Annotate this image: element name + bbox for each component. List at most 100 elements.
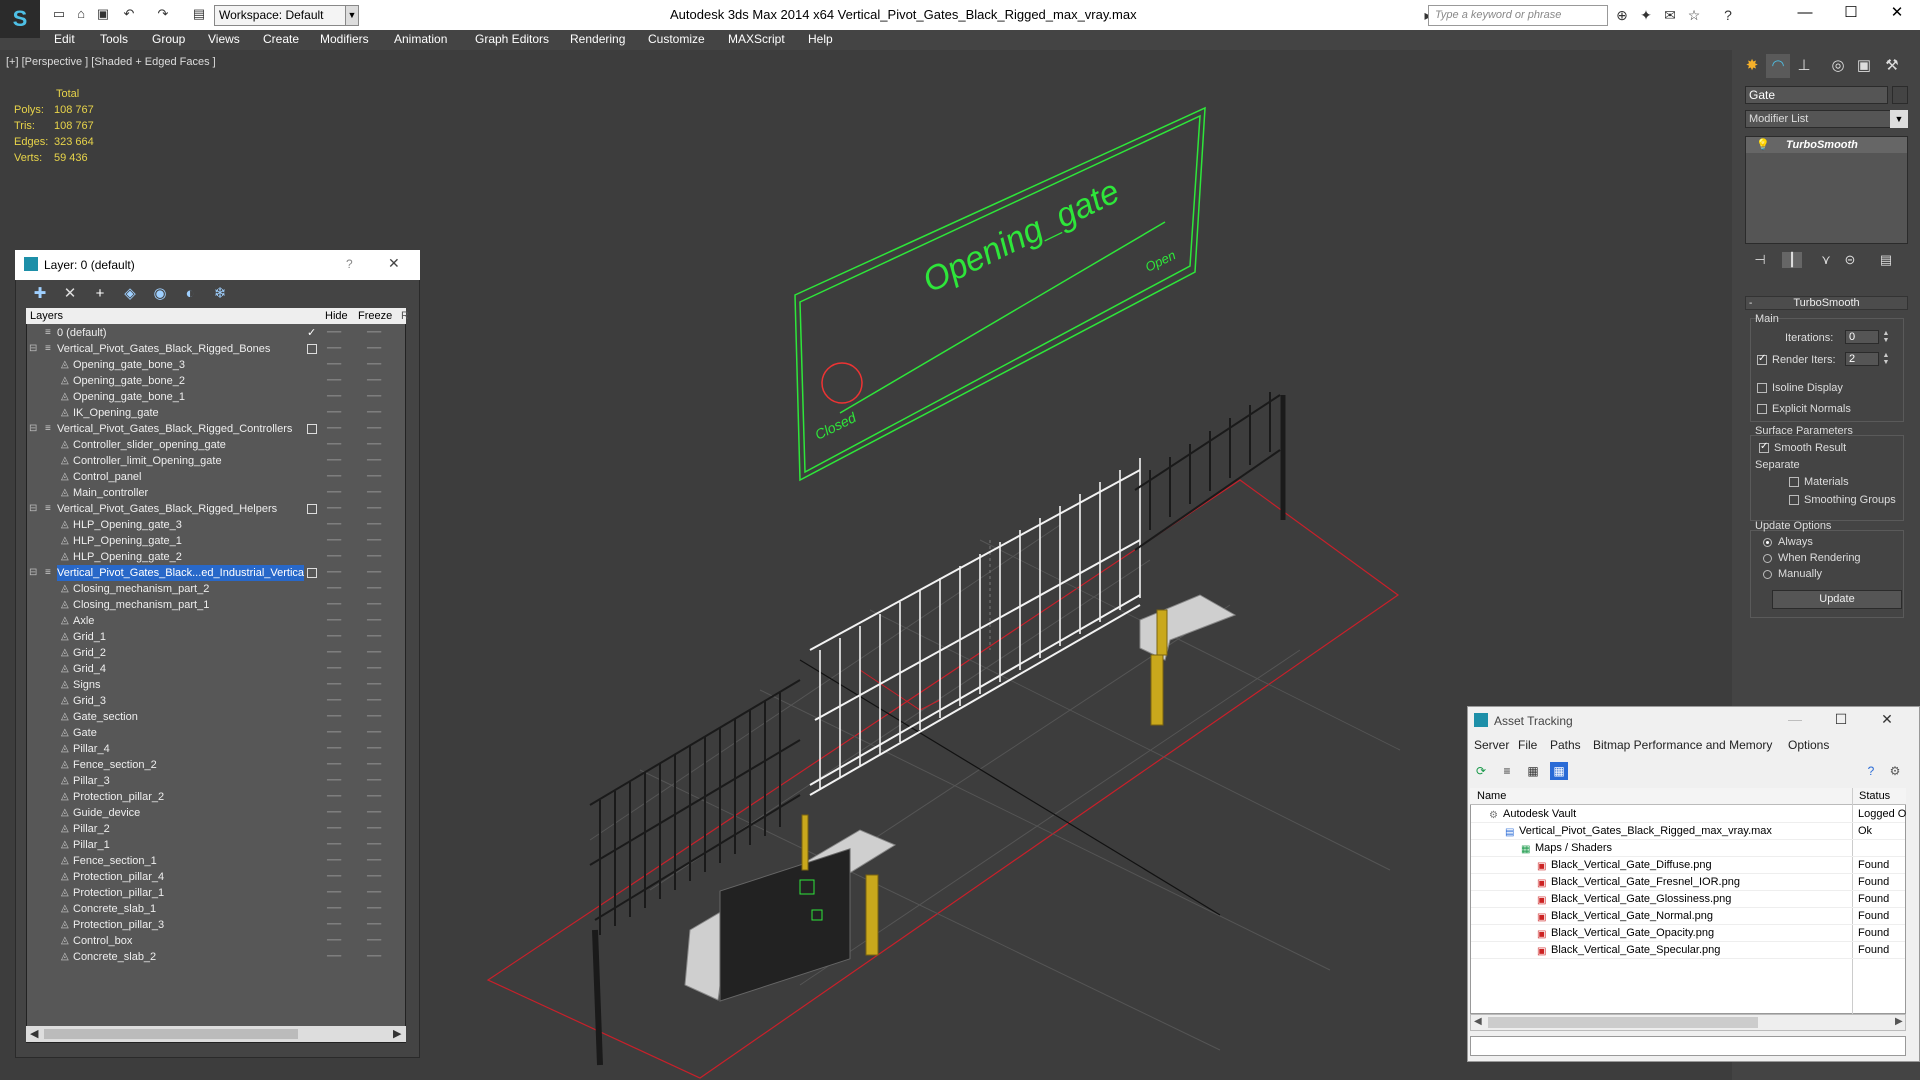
asset-path-field[interactable] [1470, 1036, 1906, 1056]
freeze-toggle[interactable]: ── [367, 325, 381, 341]
hide-all-icon[interactable]: ◐ [180, 284, 200, 304]
render-iters-checkbox[interactable] [1757, 353, 1767, 365]
hide-toggle[interactable]: ── [327, 485, 341, 501]
configure-sets-icon[interactable]: ▤ [1876, 252, 1896, 268]
set-current-checkbox[interactable] [307, 504, 317, 514]
hide-toggle[interactable]: ── [327, 741, 341, 757]
iterations-spinner[interactable]: 0 [1845, 330, 1879, 344]
hide-toggle[interactable]: ── [327, 693, 341, 709]
freeze-toggle[interactable]: ── [367, 373, 381, 389]
subscription-icon[interactable]: ✦ [1636, 6, 1656, 24]
minimize-icon[interactable]: — [1782, 0, 1828, 28]
scroll-right-icon[interactable]: ▶ [393, 1027, 401, 1040]
freeze-toggle[interactable]: ── [367, 885, 381, 901]
chevron-down-icon[interactable]: ▼ [345, 5, 359, 26]
undo-icon[interactable]: ↶ [120, 5, 138, 23]
refresh-icon[interactable]: ⟳ [1472, 762, 1490, 780]
layer-object-row[interactable]: ◬ Grid_1 ── ── [27, 629, 405, 645]
communication-icon[interactable]: ✉ [1660, 6, 1680, 24]
when-rendering-radio[interactable] [1763, 554, 1772, 563]
layer-object-row[interactable]: ◬ Pillar_4 ── ── [27, 741, 405, 757]
freeze-toggle[interactable]: ── [367, 549, 381, 565]
utilities-tab-icon[interactable]: ⚒ [1880, 54, 1904, 78]
hide-toggle[interactable]: ── [327, 949, 341, 965]
freeze-toggle[interactable]: ── [367, 917, 381, 933]
close-icon[interactable]: ✕ [1864, 706, 1910, 734]
favorites-star-icon[interactable]: ☆ [1684, 6, 1704, 24]
modifier-list-select[interactable]: Modifier List [1745, 110, 1908, 128]
hide-toggle[interactable]: ── [327, 789, 341, 805]
explicit-normals-checkbox[interactable] [1757, 404, 1767, 414]
scroll-right-icon[interactable]: ▶ [1895, 1016, 1903, 1027]
asset-menu-options[interactable]: Options [1788, 738, 1829, 752]
turbosmooth-rollout-header[interactable]: TurboSmooth [1745, 296, 1908, 310]
binoculars-icon[interactable]: ⊕ [1612, 6, 1632, 24]
object-color-swatch[interactable] [1892, 86, 1908, 104]
hide-toggle[interactable]: ── [327, 517, 341, 533]
layer-object-row[interactable]: ◬ Guide_device ── ── [27, 805, 405, 821]
hide-toggle[interactable]: ── [327, 405, 341, 421]
menu-views[interactable]: Views [208, 32, 240, 46]
freeze-toggle[interactable]: ── [367, 805, 381, 821]
layer-row[interactable]: ⊟ ≡ Vertical_Pivot_Gates_Black_Rigged_Cont… [27, 421, 405, 437]
layer-row[interactable]: ≡ 0 (default) ✓ ── ── [27, 325, 405, 341]
freeze-all-icon[interactable]: ❄ [210, 284, 230, 304]
asset-settings-icon[interactable]: ⚙ [1886, 762, 1904, 780]
render-iters-spinner[interactable]: 2 [1845, 352, 1879, 366]
remove-modifier-icon[interactable]: ⊝ [1840, 252, 1860, 268]
project-folder-icon[interactable]: ▤ [190, 5, 208, 23]
layer-object-row[interactable]: ◬ Fence_section_1 ── ── [27, 853, 405, 869]
highlight-layer-icon[interactable]: ◉ [150, 284, 170, 304]
col-freeze[interactable]: Freeze [358, 310, 392, 322]
layer-object-row[interactable]: ◬ Protection_pillar_4 ── ── [27, 869, 405, 885]
layer-object-row[interactable]: ◬ Main_controller ── ── [27, 485, 405, 501]
hide-toggle[interactable]: ── [327, 837, 341, 853]
layer-object-row[interactable]: ◬ Concrete_slab_2 ── ── [27, 949, 405, 965]
asset-menu-file[interactable]: File [1518, 738, 1537, 752]
layer-object-row[interactable]: ◬ Closing_mechanism_part_1 ── ── [27, 597, 405, 613]
col-status[interactable]: Status [1859, 790, 1890, 802]
spinner-arrows-icon[interactable]: ▲ ▼ [1882, 330, 1890, 344]
menu-maxscript[interactable]: MAXScript [728, 32, 785, 46]
update-button[interactable]: Update [1772, 590, 1902, 609]
menu-graph-editors[interactable]: Graph Editors [475, 32, 549, 46]
hide-toggle[interactable]: ── [327, 469, 341, 485]
layer-object-row[interactable]: ◬ Closing_mechanism_part_2 ── ── [27, 581, 405, 597]
table-view-icon[interactable]: ▦ [1550, 762, 1568, 780]
hide-toggle[interactable]: ── [327, 325, 341, 341]
chevron-down-icon[interactable]: ▼ [1890, 110, 1908, 128]
hide-toggle[interactable]: ── [327, 549, 341, 565]
hide-toggle[interactable]: ── [327, 917, 341, 933]
redo-icon[interactable]: ↷ [154, 5, 172, 23]
hide-toggle[interactable]: ── [327, 661, 341, 677]
freeze-toggle[interactable]: ── [367, 341, 381, 357]
help-icon[interactable]: ? [1718, 6, 1738, 24]
col-hide[interactable]: Hide [325, 310, 348, 322]
asset-menu-bitmap[interactable]: Bitmap Performance and Memory [1593, 738, 1772, 752]
stack-item-turbosmooth[interactable]: TurboSmooth [1746, 137, 1907, 153]
hide-toggle[interactable]: ── [327, 629, 341, 645]
open-file-icon[interactable]: ⌂ [72, 5, 90, 23]
hide-toggle[interactable]: ── [327, 885, 341, 901]
hide-toggle[interactable]: ── [327, 389, 341, 405]
isoline-display-checkbox[interactable] [1757, 383, 1767, 393]
freeze-toggle[interactable]: ── [367, 581, 381, 597]
layer-object-row[interactable]: ◬ Protection_pillar_1 ── ── [27, 885, 405, 901]
collapse-icon[interactable]: ⊟ [29, 501, 37, 517]
menu-customize[interactable]: Customize [648, 32, 705, 46]
hide-toggle[interactable]: ── [327, 645, 341, 661]
minimize-icon[interactable]: — [1772, 706, 1818, 734]
smoothing-groups-checkbox[interactable] [1789, 495, 1799, 505]
hide-toggle[interactable]: ── [327, 805, 341, 821]
layer-object-row[interactable]: ◬ Grid_3 ── ── [27, 693, 405, 709]
layer-object-row[interactable]: ◬ Controller_limit_Opening_gate ── ── [27, 453, 405, 469]
layer-object-row[interactable]: ◬ Axle ── ── [27, 613, 405, 629]
layer-object-row[interactable]: ◬ IK_Opening_gate ── ── [27, 405, 405, 421]
pin-stack-icon[interactable]: ⊣ [1750, 252, 1770, 268]
asset-row[interactable]: ▣ Black_Vertical_Gate_Fresnel_IOR.png Foun… [1471, 874, 1905, 891]
freeze-toggle[interactable]: ── [367, 357, 381, 373]
modify-tab-icon[interactable]: ◠ [1766, 54, 1790, 78]
maximize-icon[interactable]: ☐ [1828, 0, 1874, 28]
viewport-label[interactable]: [+] [Perspective ] [Shaded + Edged Faces… [6, 56, 216, 68]
hide-toggle[interactable]: ── [327, 773, 341, 789]
